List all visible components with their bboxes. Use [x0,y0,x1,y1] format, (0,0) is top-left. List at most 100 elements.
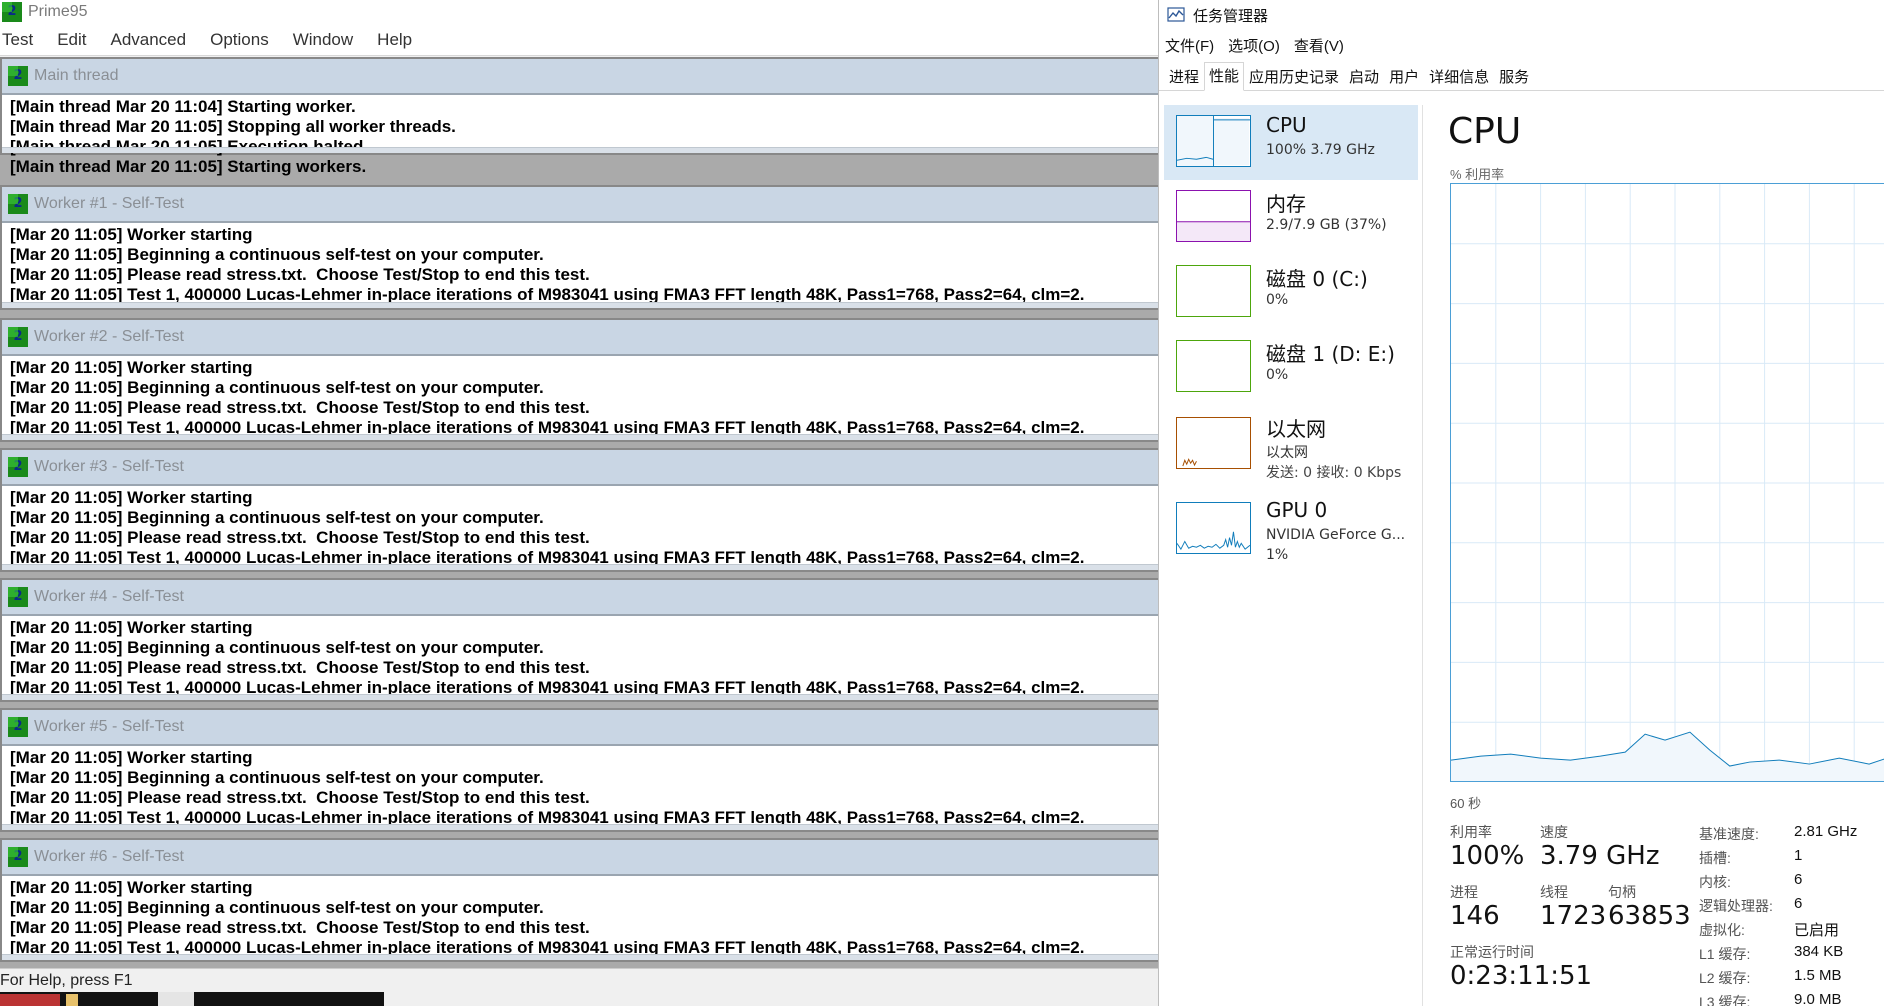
tab-app-history[interactable]: 应用历史记录 [1244,63,1344,90]
log-line: [Mar 20 11:05] Beginning a continuous se… [10,245,544,264]
sidebar-item-title: 磁盘 0 (C:) [1266,267,1368,291]
cpu-usage-graph-svg [1451,184,1884,781]
pane-scrollbar[interactable] [2,564,1158,570]
worker-5-pane[interactable]: 2 Worker #5 - Self-Test [Mar 20 11:05] W… [0,708,1158,832]
pane-log: [Mar 20 11:05] Worker starting [Mar 20 1… [2,876,1158,958]
pane-titlebar[interactable]: 2 Worker #1 - Self-Test [2,187,1158,223]
cpu-usage-graph [1450,183,1884,782]
pane-title: Worker #1 - Self-Test [34,195,184,212]
graph-time-label: 60 秒 [1450,796,1482,811]
worker-1-pane[interactable]: 2 Worker #1 - Self-Test [Mar 20 11:05] W… [0,185,1158,310]
taskbar-item[interactable] [66,994,78,1006]
menu-options[interactable]: Options [198,30,281,50]
log-line: [Mar 20 11:05] Worker starting [10,748,253,767]
taskmgr-tabs: 进程 性能 应用历史记录 启动 用户 详细信息 服务 [1159,61,1884,91]
l3-cache-value: 9.0 MB [1794,991,1842,1006]
pane-titlebar[interactable]: 2 Worker #3 - Self-Test [2,450,1158,486]
l2-cache-label: L2 缓存: [1699,970,1751,986]
sidebar-item-title: 内存 [1266,192,1306,216]
l1-cache-label: L1 缓存: [1699,946,1751,962]
sidebar-item-memory[interactable]: 内存 2.9/7.9 GB (37%) [1164,180,1418,255]
pane-title: Worker #5 - Self-Test [34,718,184,735]
menu-test[interactable]: Test [0,30,45,50]
pane-scrollbar[interactable] [2,434,1158,440]
menu-help[interactable]: Help [365,30,424,50]
disk-1-thumbnail-graph [1176,340,1251,392]
log-line: [Mar 20 11:05] Please read stress.txt. C… [10,265,590,284]
processes-label: 进程 [1450,884,1478,900]
tab-performance[interactable]: 性能 [1204,62,1245,91]
util-value: 100% [1450,841,1525,871]
l3-cache-label: L3 缓存: [1699,994,1751,1006]
speed-value: 3.79 GHz [1540,841,1660,871]
menu-edit[interactable]: Edit [45,30,98,50]
log-line: [Mar 20 11:05] Worker starting [10,358,253,377]
pane-scrollbar[interactable] [2,954,1158,960]
tab-processes[interactable]: 进程 [1164,63,1204,90]
worker-4-pane[interactable]: 2 Worker #4 - Self-Test [Mar 20 11:05] W… [0,578,1158,702]
cores-value: 6 [1794,871,1803,888]
pane-titlebar[interactable]: 2 Main thread [2,59,1158,95]
cpu-detail-panel: CPU % 利用率 60 秒 利用率 100% 速度 3.79 GHz 进程 1… [1448,105,1884,1006]
pane-titlebar[interactable]: 2 Worker #4 - Self-Test [2,580,1158,616]
tab-details[interactable]: 详细信息 [1424,63,1494,90]
mdi-client-area: 2 Main thread [Main thread Mar 20 11:04]… [0,57,1158,968]
worker-6-pane[interactable]: 2 Worker #6 - Self-Test [Mar 20 11:05] W… [0,838,1158,962]
worker-3-pane[interactable]: 2 Worker #3 - Self-Test [Mar 20 11:05] W… [0,448,1158,572]
tab-users[interactable]: 用户 [1384,63,1424,90]
virtualization-value: 已启用 [1794,922,1840,939]
pane-icon: 2 [8,847,28,867]
log-line: [Mar 20 11:05] Please read stress.txt. C… [10,788,590,807]
worker-2-pane[interactable]: 2 Worker #2 - Self-Test [Mar 20 11:05] W… [0,318,1158,442]
pane-title: Worker #4 - Self-Test [34,588,184,605]
pane-titlebar[interactable]: 2 Worker #5 - Self-Test [2,710,1158,746]
sidebar-item-title: 磁盘 1 (D: E:) [1266,342,1395,366]
prime95-window: 2 Prime95 Test Edit Advanced Options Win… [0,0,1158,1006]
pane-scrollbar[interactable] [2,824,1158,830]
log-line: [Main thread Mar 20 11:05] Starting work… [10,157,367,176]
handles-label: 句柄 [1608,884,1636,900]
speed-label: 速度 [1540,824,1568,840]
menu-window[interactable]: Window [281,30,365,50]
taskbar-item[interactable] [0,994,60,1006]
handles-value: 63853 [1608,901,1691,931]
taskbar-fragment [0,992,384,1006]
pane-title: Worker #3 - Self-Test [34,458,184,475]
task-manager-window: 任务管理器 文件(F) 选项(O) 查看(V) 进程 性能 应用历史记录 启动 … [1158,0,1884,1006]
sidebar-item-cpu[interactable]: CPU 100% 3.79 GHz [1164,105,1418,180]
sidebar-item-disk-1[interactable]: 磁盘 1 (D: E:) 0% [1164,330,1418,405]
log-line: [Main thread Mar 20 11:05] Stopping all … [10,117,456,136]
pane-scrollbar[interactable] [2,302,1158,308]
tab-services[interactable]: 服务 [1494,63,1534,90]
sidebar-item-subtitle: 以太网 [1266,445,1308,461]
sidebar-item-ethernet[interactable]: 以太网 以太网 发送: 0 接收: 0 Kbps [1164,405,1418,490]
sidebar-item-subtitle: NVIDIA GeForce G... [1266,527,1406,543]
prime95-app-icon: 2 [2,2,22,22]
threads-label: 线程 [1540,884,1568,900]
pane-icon: 2 [8,66,28,86]
log-line: [Mar 20 11:05] Beginning a continuous se… [10,898,544,917]
log-line: [Mar 20 11:05] Please read stress.txt. C… [10,528,590,547]
sidebar-item-gpu-0[interactable]: GPU 0 NVIDIA GeForce G... 1% [1164,490,1418,575]
pane-scrollbar[interactable] [2,147,1158,153]
tab-startup[interactable]: 启动 [1344,63,1384,90]
menu-advanced[interactable]: Advanced [98,30,198,50]
memory-thumbnail-graph [1176,190,1251,242]
pane-log: [Mar 20 11:05] Worker starting [Mar 20 1… [2,486,1158,568]
sidebar-item-disk-0[interactable]: 磁盘 0 (C:) 0% [1164,255,1418,330]
pane-log: [Mar 20 11:05] Worker starting [Mar 20 1… [2,746,1158,828]
menu-file[interactable]: 文件(F) [1165,35,1214,56]
sidebar-item-subtitle: 2.9/7.9 GB (37%) [1266,217,1387,233]
pane-icon: 2 [8,457,28,477]
menu-options[interactable]: 选项(O) [1228,35,1280,56]
pane-icon: 2 [8,587,28,607]
taskmgr-menubar: 文件(F) 选项(O) 查看(V) [1159,30,1884,61]
pane-titlebar[interactable]: 2 Worker #2 - Self-Test [2,320,1158,356]
pane-scrollbar[interactable] [2,694,1158,700]
taskbar-item[interactable] [158,992,194,1006]
pane-log: [Main thread Mar 20 11:04] Starting work… [2,95,1158,177]
pane-titlebar[interactable]: 2 Worker #6 - Self-Test [2,840,1158,876]
main-thread-pane[interactable]: 2 Main thread [Main thread Mar 20 11:04]… [0,57,1158,176]
menu-view[interactable]: 查看(V) [1294,35,1344,56]
processes-value: 146 [1450,901,1500,931]
